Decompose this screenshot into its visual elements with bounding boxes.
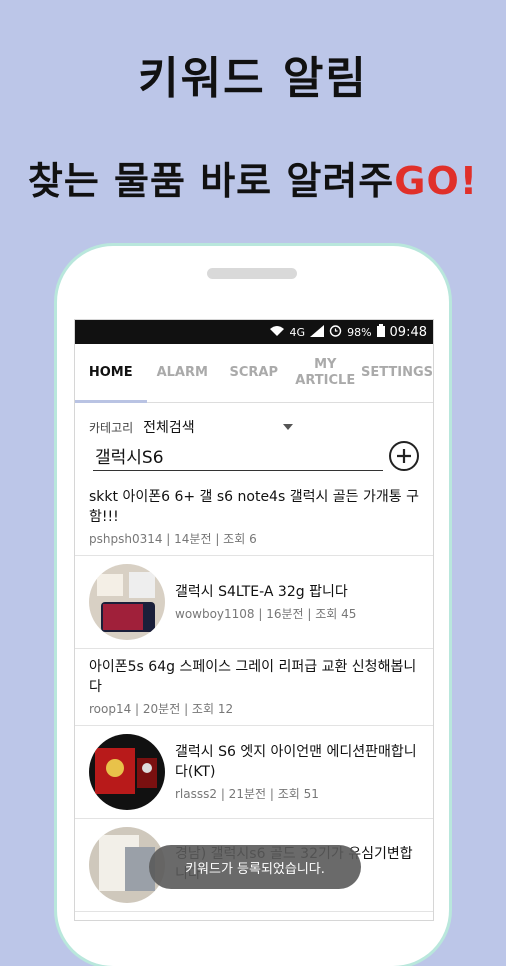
tab-scrap[interactable]: SCRAP <box>218 365 290 381</box>
clock-time: 09:48 <box>389 324 427 340</box>
toast-message: 키워드가 등록되었습니다. <box>149 845 361 889</box>
item-meta: wowboy1108 | 16분전 | 조회 45 <box>175 607 357 621</box>
item-title: skkt 아이폰6 6+ 갤 s6 note4s 갤럭시 골든 가개통 구함!!… <box>89 489 419 525</box>
list-item[interactable]: skkt 아이폰6 6+ 갤 s6 note4s 갤럭시 골든 가개통 구함!!… <box>75 479 433 556</box>
keyword-row <box>89 441 419 471</box>
dropdown-arrow-icon[interactable] <box>283 424 293 430</box>
item-meta: rlasss2 | 21분전 | 조회 51 <box>175 787 319 801</box>
tab-bar: HOME ALARM SCRAP MY ARTICLE SETTINGS <box>75 344 433 403</box>
active-tab-indicator <box>75 400 147 403</box>
phone-photo-thumbnail <box>89 564 165 640</box>
battery-icon <box>376 324 385 340</box>
item-meta: pshpsh0314 | 14분전 | 조회 6 <box>89 532 257 546</box>
item-title: 갤럭시 S6 엣지 아이언맨 에디션판매합니다(KT) <box>175 744 417 780</box>
category-select[interactable]: 카테고리 전체검색 <box>89 417 419 437</box>
promo-subtitle: 찾는 물품 바로 알려주GO! <box>0 150 506 205</box>
wifi-icon <box>269 325 285 340</box>
category-label: 카테고리 <box>89 420 134 435</box>
tab-settings[interactable]: SETTINGS <box>361 365 433 381</box>
category-value: 전체검색 <box>143 420 195 436</box>
promo-subtitle-accent: GO! <box>394 159 479 203</box>
ironman-box-thumbnail <box>89 734 165 810</box>
signal-icon <box>310 324 325 340</box>
search-filter: 카테고리 전체검색 <box>75 403 433 471</box>
plus-icon <box>397 449 411 463</box>
tab-home[interactable]: HOME <box>75 365 147 381</box>
add-keyword-button[interactable] <box>389 441 419 471</box>
phone-speaker <box>207 268 297 279</box>
item-title: 아이폰5s 64g 스페이스 그레이 리퍼급 교환 신청해봅니다 <box>89 659 417 695</box>
phone-frame: 4G 98% 09:48 HOME ALARM SCRAP MY ARTICLE… <box>57 246 449 966</box>
status-bar: 4G 98% 09:48 <box>75 320 433 344</box>
network-label: 4G <box>289 325 306 339</box>
keyword-input[interactable] <box>93 441 383 471</box>
promo-subtitle-main: 찾는 물품 바로 알려주 <box>27 159 395 203</box>
battery-level: 98% <box>347 325 372 339</box>
list-item[interactable]: 갤럭시 S6 엣지 아이언맨 에디션판매합니다(KT) rlasss2 | 21… <box>75 726 433 819</box>
item-title: 갤럭시 S4LTE-A 32g 팝니다 <box>175 584 348 600</box>
alarm-clock-icon <box>329 324 342 340</box>
tab-my-article[interactable]: MY ARTICLE <box>290 357 362 389</box>
app-screen: 4G 98% 09:48 HOME ALARM SCRAP MY ARTICLE… <box>74 319 434 921</box>
tab-alarm[interactable]: ALARM <box>147 365 219 381</box>
promo-title: 키워드 알림 <box>138 53 368 104</box>
item-meta: roop14 | 20분전 | 조회 12 <box>89 702 234 716</box>
list-item[interactable]: 갤럭시 S4LTE-A 32g 팝니다 wowboy1108 | 16분전 | … <box>75 556 433 649</box>
list-item[interactable]: 아이폰5s 64g 스페이스 그레이 리퍼급 교환 신청해봅니다 roop14 … <box>75 649 433 726</box>
